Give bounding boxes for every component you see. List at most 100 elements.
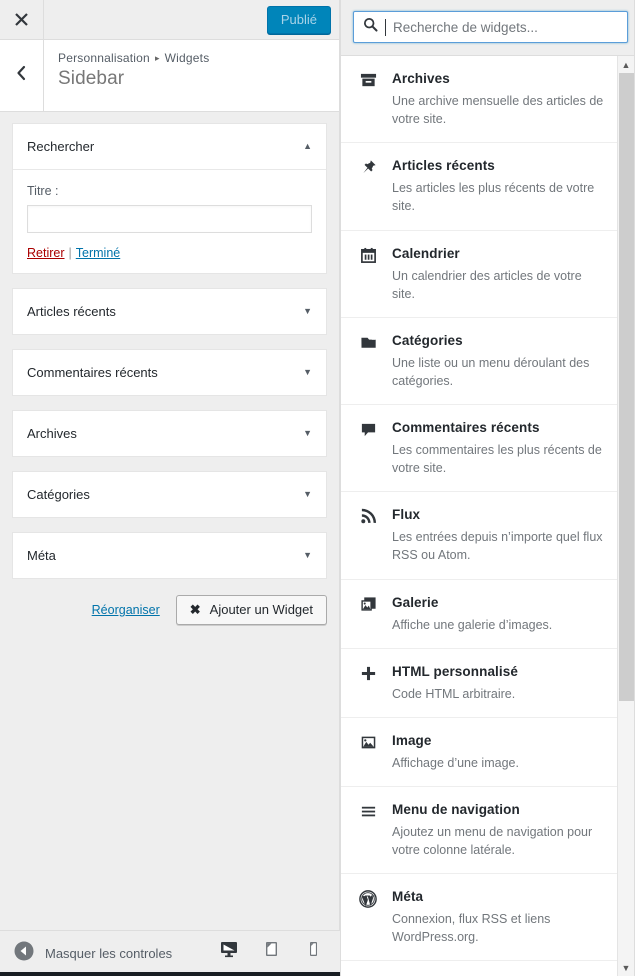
plus-icon bbox=[358, 663, 378, 682]
customizer-footer: Masquer les controles bbox=[0, 930, 340, 976]
widget-description: Les entrées depuis n’importe quel flux R… bbox=[392, 530, 603, 563]
search-input[interactable]: Recherche de widgets... bbox=[393, 20, 538, 35]
list-item[interactable]: Calendrier Un calendrier des articles de… bbox=[341, 231, 623, 318]
customizer-screen: Publié Personnalisation ▸ Widgets Sidebar bbox=[0, 0, 640, 976]
action-separator: | bbox=[68, 246, 72, 260]
archive-box-icon bbox=[358, 70, 378, 89]
widget-description: Un calendrier des articles de votre site… bbox=[392, 268, 582, 301]
available-widgets-list[interactable]: Archives Une archive mensuelle des artic… bbox=[341, 56, 640, 976]
widget-name: HTML personnalisé bbox=[392, 663, 518, 679]
search-field[interactable]: Recherche de widgets... bbox=[353, 11, 628, 43]
widget-item-commentaires-recents: Commentaires récents ▼ bbox=[12, 349, 327, 396]
widget-list-scrollbar[interactable]: ▲ ▼ bbox=[617, 56, 634, 976]
widget-description: Une liste ou un menu déroulant des catég… bbox=[392, 355, 590, 388]
scrollbar-thumb[interactable] bbox=[619, 73, 634, 701]
list-item[interactable]: Articles récents Les articles les plus r… bbox=[341, 143, 623, 231]
widget-description: Une archive mensuelle des articles de vo… bbox=[392, 94, 604, 127]
title-input[interactable] bbox=[27, 205, 312, 233]
page-title: Sidebar bbox=[58, 68, 125, 89]
widget-header[interactable]: Commentaires récents ▼ bbox=[13, 350, 326, 395]
widget-name: Calendrier bbox=[392, 245, 460, 261]
widget-description: Les articles les plus récents de votre s… bbox=[392, 181, 595, 214]
arrow-left-circle-icon bbox=[14, 941, 34, 966]
widget-description: Les commentaires les plus récents de vot… bbox=[392, 443, 602, 476]
widget-item-categories: Catégories ▼ bbox=[12, 471, 327, 518]
list-item[interactable]: Galerie Affiche une galerie d’images. bbox=[341, 580, 623, 649]
widget-item-rechercher: Rechercher ▲ Titre : Retirer | Terminé bbox=[12, 123, 327, 274]
device-preview-group bbox=[208, 931, 334, 976]
text-cursor bbox=[385, 18, 386, 36]
widget-name: Flux bbox=[392, 507, 421, 523]
scroll-down-arrow[interactable]: ▼ bbox=[618, 959, 634, 976]
widget-header[interactable]: Archives ▼ bbox=[13, 411, 326, 456]
available-widgets-panel: Recherche de widgets... Archives Une arc… bbox=[340, 0, 640, 976]
widget-actions: Retirer | Terminé bbox=[27, 246, 312, 260]
calendar-icon bbox=[358, 245, 378, 264]
widget-search-wrap: Recherche de widgets... bbox=[341, 0, 640, 56]
chevron-down-icon: ▼ bbox=[303, 367, 312, 377]
list-item[interactable]: Archives Une archive mensuelle des artic… bbox=[341, 56, 623, 144]
device-mobile-button[interactable] bbox=[292, 931, 334, 976]
list-item[interactable]: Menu de navigation Ajoutez un menu de na… bbox=[341, 787, 623, 875]
panel-right-edge bbox=[634, 0, 640, 976]
device-tablet-button[interactable] bbox=[250, 931, 292, 976]
widget-title: Commentaires récents bbox=[27, 365, 158, 380]
widget-body: Titre : Retirer | Terminé bbox=[13, 169, 326, 273]
list-item[interactable]: Méta Connexion, flux RSS et liens WordPr… bbox=[341, 874, 623, 962]
title-field-label: Titre : bbox=[27, 184, 59, 198]
widget-name: Méta bbox=[392, 889, 424, 905]
widget-header[interactable]: Catégories ▼ bbox=[13, 472, 326, 517]
widget-name: Galerie bbox=[392, 594, 439, 610]
widget-description: Connexion, flux RSS et liens WordPress.o… bbox=[392, 912, 551, 945]
breadcrumb: Personnalisation ▸ Widgets bbox=[58, 51, 209, 65]
customizer-panel: Publié Personnalisation ▸ Widgets Sidebar bbox=[0, 0, 340, 976]
header-spacer bbox=[44, 0, 267, 39]
back-button[interactable] bbox=[0, 40, 44, 111]
device-desktop-button[interactable] bbox=[208, 931, 250, 976]
breadcrumb-current[interactable]: Widgets bbox=[165, 51, 210, 65]
wordpress-icon bbox=[358, 888, 378, 908]
widget-description: Affiche une galerie d’images. bbox=[392, 617, 553, 632]
widget-list-container: Rechercher ▲ Titre : Retirer | Terminé Art… bbox=[0, 112, 339, 976]
widget-name: Image bbox=[392, 732, 432, 748]
chevron-up-icon: ▲ bbox=[303, 141, 312, 151]
list-item[interactable]: Flux Les entrées depuis n’importe quel f… bbox=[341, 492, 623, 580]
gallery-icon bbox=[358, 594, 378, 613]
widget-header[interactable]: Rechercher ▲ bbox=[13, 124, 326, 169]
widget-title: Archives bbox=[27, 426, 77, 441]
rss-icon bbox=[358, 506, 378, 525]
widget-title: Articles récents bbox=[27, 304, 116, 319]
plus-cross-icon: ✖ bbox=[189, 602, 201, 617]
widget-header[interactable]: Méta ▼ bbox=[13, 533, 326, 578]
collapse-sidebar-button[interactable]: Masquer les controles bbox=[14, 941, 172, 966]
chevron-down-icon: ▼ bbox=[303, 489, 312, 499]
folder-icon bbox=[358, 332, 378, 351]
add-widget-button[interactable]: ✖ Ajouter un Widget bbox=[175, 595, 327, 625]
widget-header[interactable]: Articles récents ▼ bbox=[13, 289, 326, 334]
list-item[interactable]: Commentaires récents Les commentaires le… bbox=[341, 405, 623, 493]
widget-description: Affichage d’une image. bbox=[392, 755, 519, 770]
breadcrumb-root[interactable]: Personnalisation bbox=[58, 51, 150, 65]
widget-title: Catégories bbox=[27, 487, 90, 502]
done-link[interactable]: Terminé bbox=[76, 246, 120, 260]
list-item[interactable]: Image Affichage d’une image. bbox=[341, 718, 623, 787]
chevron-down-icon: ▼ bbox=[303, 550, 312, 560]
widget-actions-row: Réorganiser ✖ Ajouter un Widget bbox=[12, 593, 327, 625]
scroll-up-arrow[interactable]: ▲ bbox=[618, 56, 634, 73]
close-customizer-button[interactable] bbox=[0, 0, 44, 39]
add-widget-label: Ajouter un Widget bbox=[209, 602, 313, 617]
widget-name: Articles récents bbox=[392, 158, 495, 174]
search-icon bbox=[363, 17, 378, 37]
reorder-link[interactable]: Réorganiser bbox=[92, 603, 160, 617]
footer-baseline bbox=[0, 972, 340, 976]
tablet-icon bbox=[261, 939, 281, 964]
list-item[interactable]: HTML personnalisé Code HTML arbitraire. bbox=[341, 649, 623, 718]
collapse-label: Masquer les controles bbox=[45, 946, 173, 961]
chevron-down-icon: ▼ bbox=[303, 306, 312, 316]
list-item[interactable]: Catégories Une liste ou un menu déroulan… bbox=[341, 318, 623, 405]
mobile-icon bbox=[303, 939, 323, 964]
publish-button[interactable]: Publié bbox=[266, 5, 331, 34]
customizer-header: Publié bbox=[0, 0, 339, 40]
list-item[interactable]: Nuage d’étiquettes Un nuage de vos étiqu… bbox=[341, 961, 623, 976]
remove-widget-link[interactable]: Retirer bbox=[27, 246, 65, 260]
